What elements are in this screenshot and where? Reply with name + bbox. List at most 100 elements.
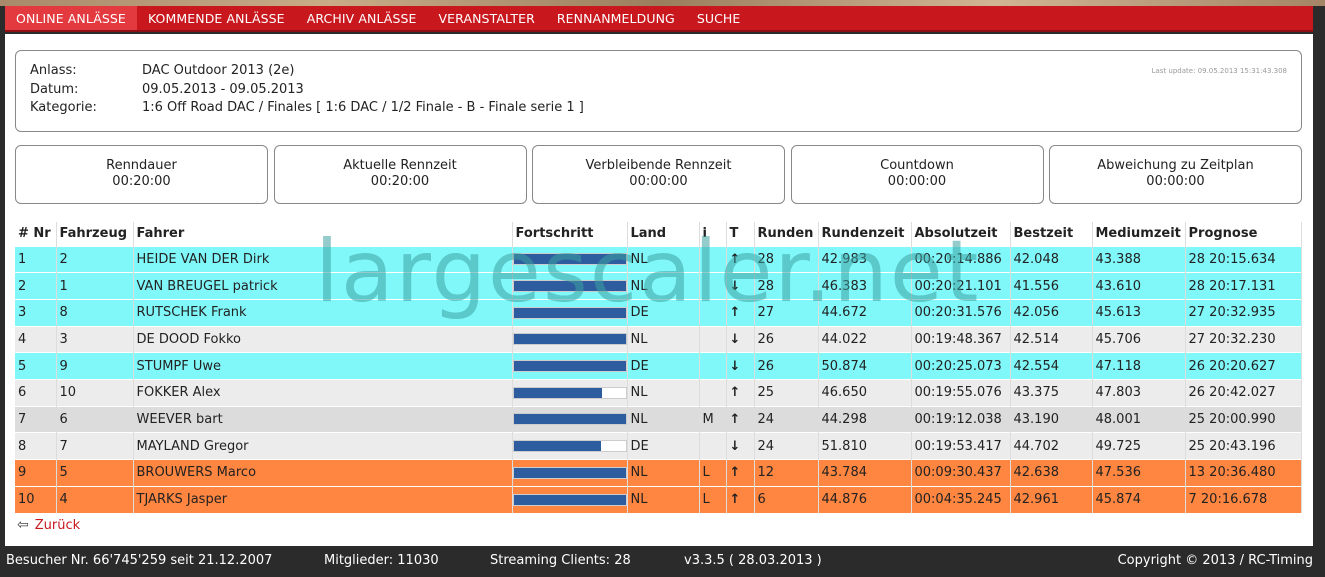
col-fortschritt[interactable]: Fortschritt: [512, 222, 628, 246]
arrow-up-icon: ↑: [729, 411, 741, 427]
arrow-down-icon: ↓: [729, 438, 741, 454]
cell-land: DE: [627, 298, 700, 327]
arrow-down-icon: ↓: [729, 331, 741, 347]
cell-nr: 7: [15, 405, 57, 433]
cell-fahrzeug: 10: [56, 378, 134, 407]
cell-fahrer: VAN BREUGEL patrick: [133, 272, 513, 300]
back-link[interactable]: ⇦ Zurück: [17, 517, 80, 533]
cell-trend: ↑: [726, 405, 755, 433]
cell-bestzeit: 42.048: [1010, 245, 1093, 273]
cell-absolutzeit: 00:19:12.038: [911, 405, 1011, 433]
col-fahrer[interactable]: Fahrer: [133, 222, 513, 246]
cell-prognose: 13 20:36.480: [1185, 459, 1302, 487]
cell-fahrzeug: 2: [56, 245, 134, 273]
table-row: 7 6 WEEVER bart NL M ↑ 24 44.298 00:19:12.038 43.…: [15, 405, 1302, 433]
cell-i: [699, 272, 727, 300]
cell-fortschritt: [512, 432, 628, 460]
cell-prognose: 25 20:00.990: [1185, 405, 1302, 433]
cell-prognose: 28 20:17.131: [1185, 272, 1302, 300]
cell-rundenzeit: 46.650: [818, 378, 912, 407]
cell-nr: 8: [15, 432, 57, 460]
table-row: 4 3 DE DOOD Fokko NL ↓ 26 44.022 00:19:48.367 42…: [15, 325, 1302, 353]
col-land[interactable]: Land: [627, 222, 700, 246]
col-runden[interactable]: Runden: [754, 222, 819, 246]
cell-fortschritt: [512, 405, 628, 433]
timer-renndauer: Renndauer 00:20:00: [15, 145, 268, 204]
cell-mediumzeit: 43.610: [1092, 272, 1186, 300]
cell-mediumzeit: 48.001: [1092, 405, 1186, 433]
cell-trend: ↑: [726, 459, 755, 487]
cell-land: NL: [627, 325, 700, 353]
progress-bar: [512, 253, 627, 266]
cell-fahrer: WEEVER bart: [133, 405, 513, 433]
content-panel: Anlass: DAC Outdoor 2013 (2e) Datum: 09.…: [5, 34, 1313, 546]
cell-absolutzeit: 00:19:55.076: [911, 378, 1011, 407]
nav-online-anlaesse[interactable]: ONLINE ANLÄSSE: [5, 6, 137, 30]
cell-bestzeit: 42.554: [1010, 352, 1093, 380]
col-t[interactable]: T: [726, 222, 755, 246]
cell-fortschritt: [512, 378, 628, 407]
cell-prognose: 7 20:16.678: [1185, 485, 1302, 513]
col-rundenzeit[interactable]: Rundenzeit: [818, 222, 912, 246]
col-bestzeit[interactable]: Bestzeit: [1010, 222, 1093, 246]
cell-fortschritt: [512, 298, 628, 327]
cell-i: [699, 378, 727, 407]
cell-i: [699, 325, 727, 353]
nav-suche[interactable]: SUCHE: [686, 6, 752, 30]
progress-fill: [513, 361, 626, 372]
col-mediumzeit[interactable]: Mediumzeit: [1092, 222, 1186, 246]
table-row: 2 1 VAN BREUGEL patrick NL ↓ 28 46.383 00:20:21…: [15, 272, 1302, 300]
table-row: 5 9 STUMPF Uwe DE ↓ 26 50.874 00:20:25.073 42.55…: [15, 352, 1302, 380]
cell-trend: ↑: [726, 298, 755, 327]
col-nr[interactable]: # Nr: [15, 222, 57, 246]
nav-veranstalter[interactable]: VERANSTALTER: [428, 6, 546, 30]
cell-rundenzeit: 44.298: [818, 405, 912, 433]
cell-i: [699, 352, 727, 380]
cell-fahrer: DE DOOD Fokko: [133, 325, 513, 353]
cell-rundenzeit: 50.874: [818, 352, 912, 380]
cell-bestzeit: 41.556: [1010, 272, 1093, 300]
back-label[interactable]: Zurück: [35, 518, 80, 533]
cell-fortschritt: [512, 459, 628, 487]
cell-mediumzeit: 47.536: [1092, 459, 1186, 487]
anlass-label: Anlass:: [30, 63, 77, 78]
cell-rundenzeit: 46.383: [818, 272, 912, 300]
cell-fortschritt: [512, 485, 628, 513]
cell-fahrer: BROUWERS Marco: [133, 459, 513, 487]
cell-absolutzeit: 00:19:53.417: [911, 432, 1011, 460]
datum-value: 09.05.2013 - 09.05.2013: [142, 82, 304, 97]
cell-trend: ↓: [726, 325, 755, 353]
arrow-up-icon: ↑: [729, 251, 741, 267]
cell-nr: 4: [15, 325, 57, 353]
cell-fortschritt: [512, 352, 628, 380]
cell-fahrer: MAYLAND Gregor: [133, 432, 513, 460]
timer-value: 00:20:00: [370, 174, 430, 189]
cell-mediumzeit: 43.388: [1092, 245, 1186, 273]
cell-i: [699, 245, 727, 273]
cell-nr: 10: [15, 485, 57, 513]
results-table: # Nr Fahrzeug Fahrer Fortschritt Land i …: [15, 222, 1302, 513]
cell-nr: 6: [15, 378, 57, 407]
cell-prognose: 25 20:43.196: [1185, 432, 1302, 460]
timer-value: 00:20:00: [112, 174, 171, 189]
anlass-row: Anlass: DAC Outdoor 2013 (2e): [30, 63, 295, 78]
col-absolutzeit[interactable]: Absolutzeit: [911, 222, 1011, 246]
col-i[interactable]: i: [699, 222, 727, 246]
footer-copyright: Copyright © 2013 / RC-Timing: [1117, 553, 1313, 568]
progress-fill: [513, 281, 626, 292]
col-prognose[interactable]: Prognose: [1185, 222, 1302, 246]
timer-verbleibende-rennzeit: Verbleibende Rennzeit 00:00:00: [532, 145, 785, 204]
timer-countdown: Countdown 00:00:00: [790, 145, 1044, 204]
nav-kommende-anlaesse[interactable]: KOMMENDE ANLÄSSE: [137, 6, 296, 30]
cell-bestzeit: 43.190: [1010, 405, 1093, 433]
arrow-up-icon: ↑: [729, 385, 741, 401]
col-fahrzeug[interactable]: Fahrzeug: [56, 222, 134, 246]
cell-fahrer: RUTSCHEK Frank: [133, 298, 513, 327]
progress-bar: [512, 333, 627, 346]
kategorie-label: Kategorie:: [30, 100, 97, 115]
cell-land: NL: [627, 459, 700, 487]
nav-rennanmeldung[interactable]: RENNANMELDUNG: [546, 6, 686, 30]
cell-trend: ↑: [726, 378, 755, 407]
nav-archiv-anlaesse[interactable]: ARCHIV ANLÄSSE: [296, 6, 428, 30]
cell-rundenzeit: 44.672: [818, 298, 912, 327]
